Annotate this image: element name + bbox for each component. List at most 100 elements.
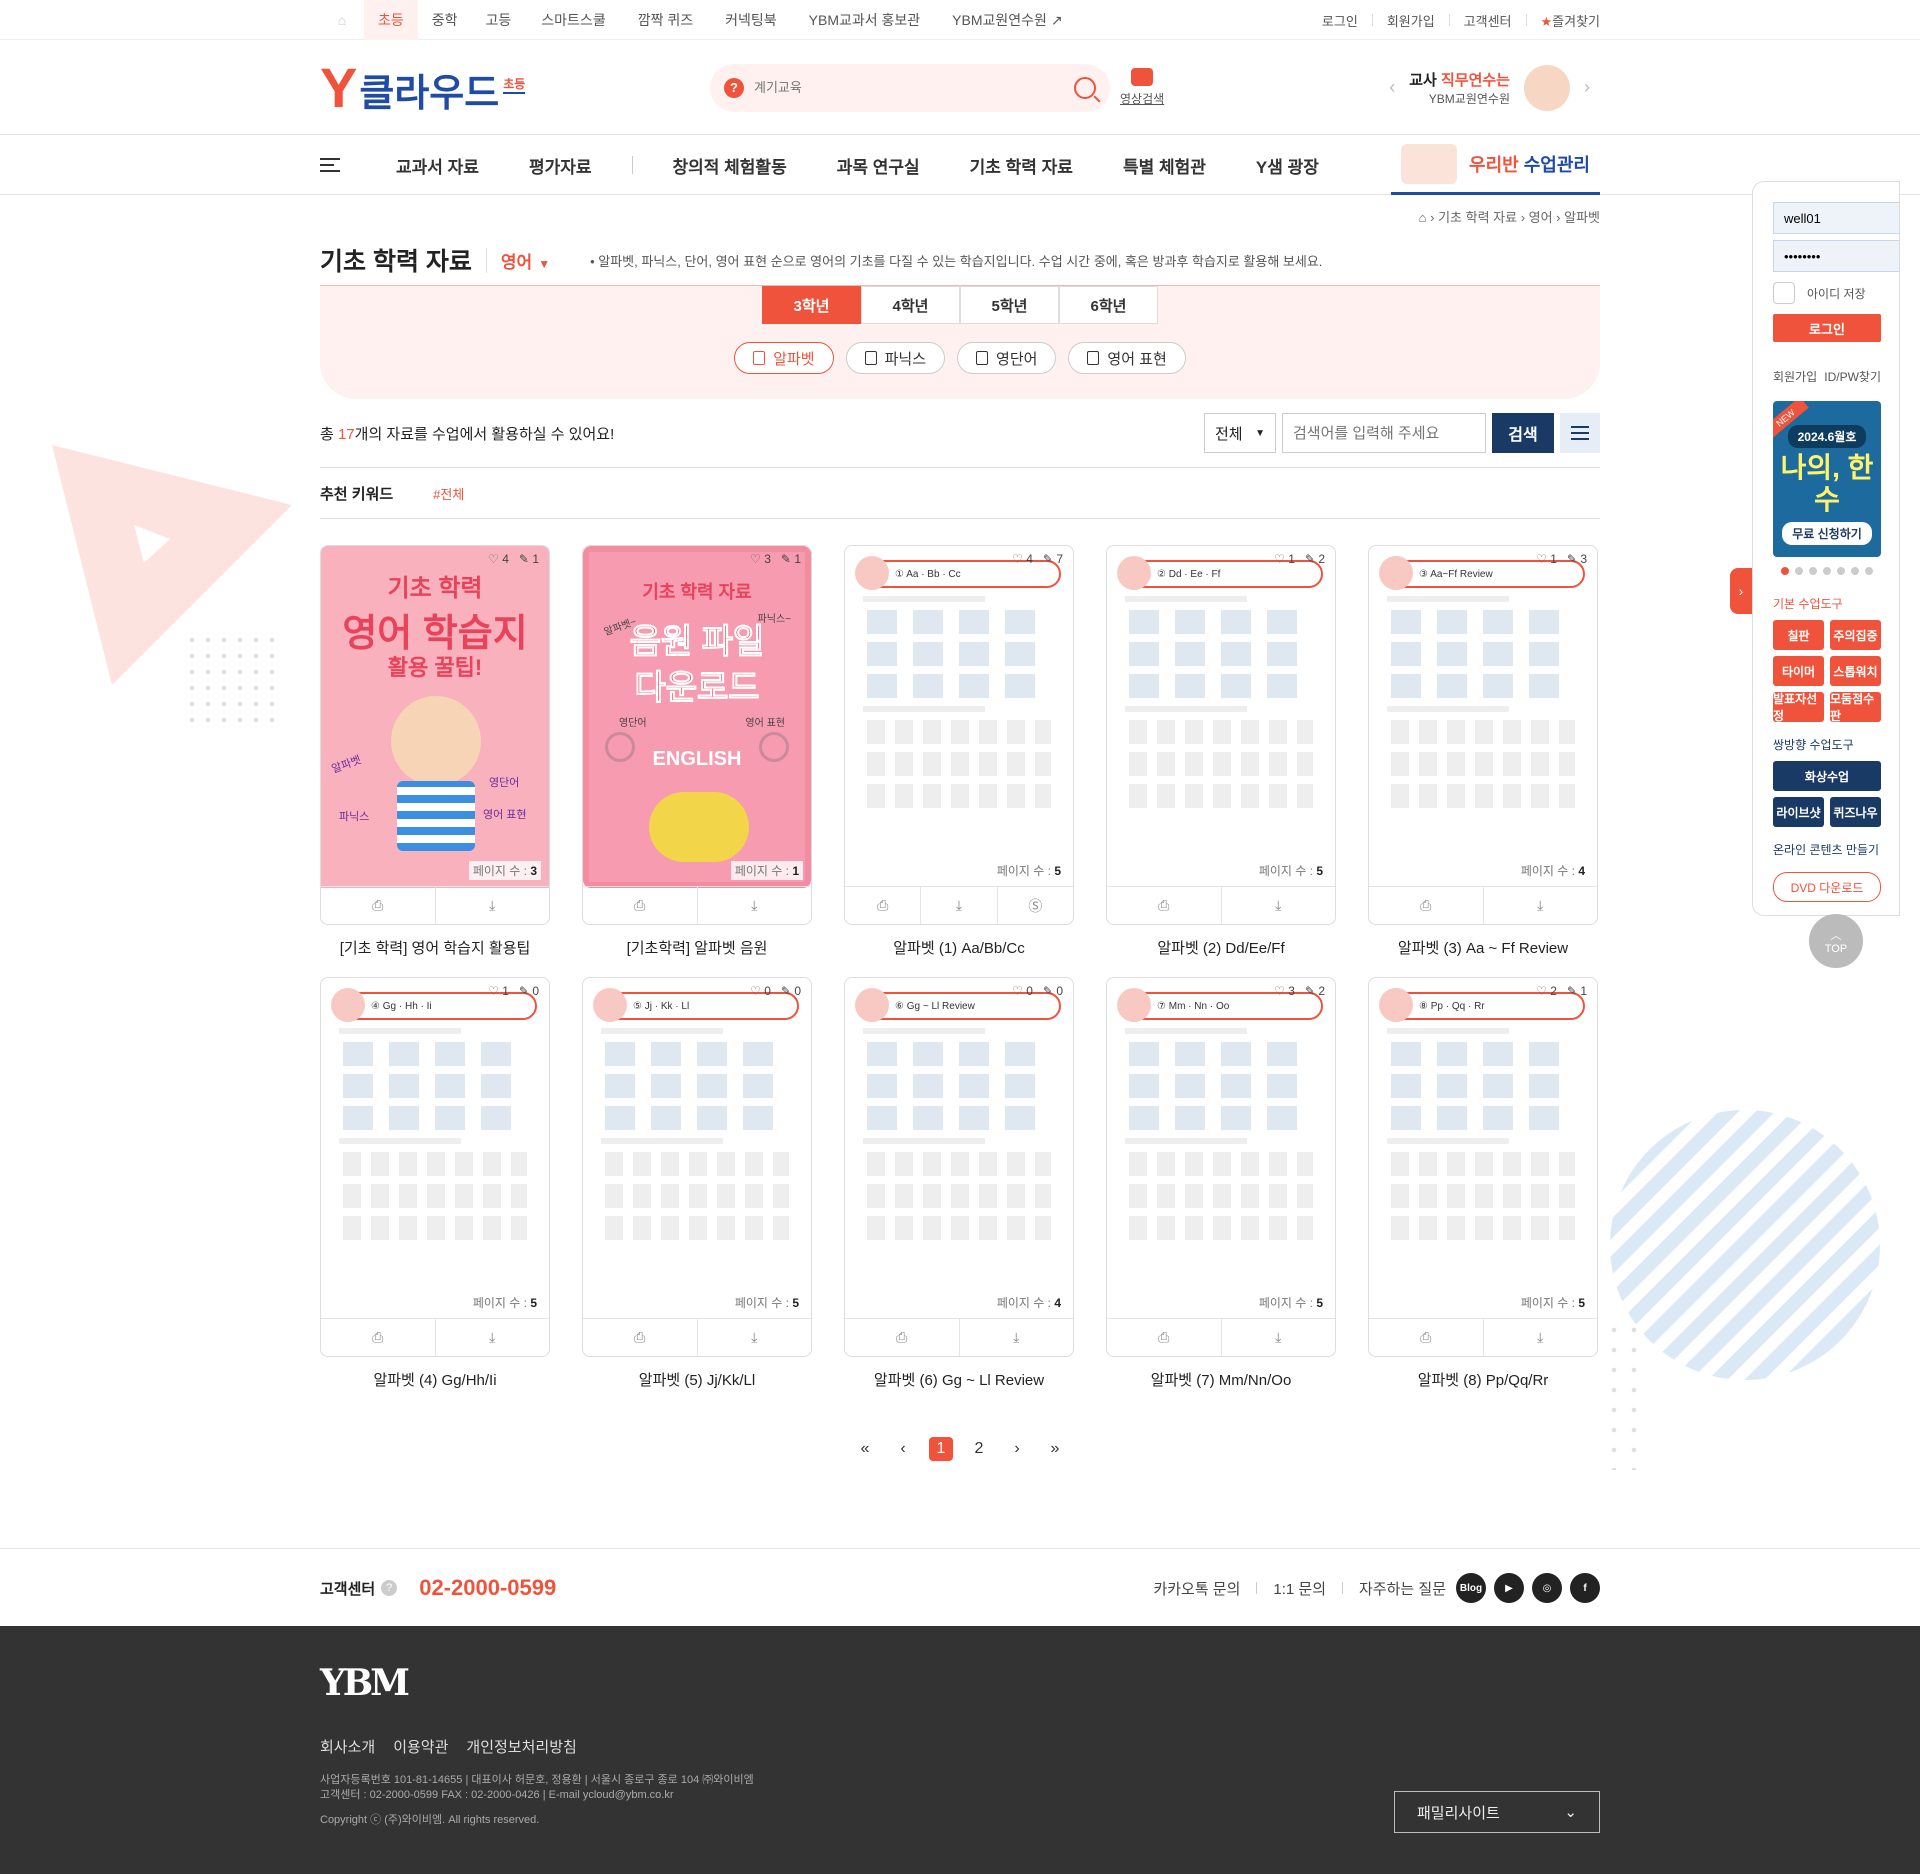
page-2[interactable]: 2 [967, 1437, 991, 1461]
terms-link[interactable]: 이용약관 [393, 1736, 448, 1757]
youtube-icon[interactable]: ▶ [1494, 1573, 1524, 1603]
category-alphabet[interactable]: 알파벳 [734, 342, 834, 374]
subject-dropdown[interactable]: 영어 ▼ [485, 247, 550, 273]
password-field[interactable] [1773, 240, 1899, 272]
nav-assessment[interactable]: 평가자료 [529, 153, 592, 178]
save-id-checkbox[interactable]: 아이디 저장 [1773, 282, 1881, 304]
card-thumbnail[interactable]: ⑤ Jj · Kk · Ll ♡ 0 ✎ 0 페이지 수 : 5 ⎙ ⤓ [582, 977, 812, 1357]
tool-liveshot[interactable]: 라이브샷 [1773, 797, 1824, 827]
online-content-link[interactable]: 온라인 콘텐츠 만들기 [1773, 841, 1881, 858]
card-thumbnail[interactable]: ⑥ Gg ~ Ll Review ♡ 0 ✎ 0 페이지 수 : 4 ⎙ ⤓ [844, 977, 1074, 1357]
company-link[interactable]: 회사소개 [320, 1736, 375, 1757]
search-button[interactable]: 검색 [1492, 413, 1554, 453]
card-title[interactable]: 알파벳 (5) Jj/Kk/Ll [582, 1369, 812, 1393]
card-title[interactable]: 알파벳 (8) Pp/Qq/Rr [1368, 1369, 1598, 1393]
print-icon[interactable]: ⎙ [321, 887, 436, 924]
filter-settings-icon[interactable] [1560, 413, 1600, 453]
link-smart-school[interactable]: 스마트스쿨 [525, 10, 621, 30]
download-icon[interactable]: ⤓ [960, 1319, 1074, 1356]
nav-my-class[interactable]: 우리반 수업관리 [1391, 135, 1600, 195]
print-icon[interactable]: ⎙ [1107, 1319, 1222, 1356]
tool-blackboard[interactable]: 칠판 [1773, 620, 1824, 650]
card-thumbnail[interactable]: ① Aa · Bb · Cc ♡ 4 ✎ 7 페이지 수 : 5 ⎙ ⤓ Ⓢ [844, 545, 1074, 925]
nav-subject-lab[interactable]: 과목 연구실 [837, 153, 920, 178]
link-connecting-book[interactable]: 커넥팅북 [709, 10, 793, 30]
dvd-download-button[interactable]: DVD 다운로드 [1773, 872, 1881, 902]
card-title[interactable]: 알파벳 (7) Mm/Nn/Oo [1106, 1369, 1336, 1393]
find-idpw-link[interactable]: ID/PW찾기 [1824, 368, 1881, 385]
prev-page-icon[interactable]: ‹ [891, 1437, 915, 1461]
resource-card[interactable]: ④ Gg · Hh · Ii ♡ 1 ✎ 0 페이지 수 : 5 ⎙ ⤓ 알파벳… [320, 977, 550, 1393]
resource-card[interactable]: ⑤ Jj · Kk · Ll ♡ 0 ✎ 0 페이지 수 : 5 ⎙ ⤓ 알파벳… [582, 977, 812, 1393]
download-icon[interactable]: ⤓ [698, 1319, 812, 1356]
last-page-icon[interactable]: » [1043, 1437, 1067, 1461]
home-icon[interactable]: ⌂ [1419, 210, 1427, 225]
promo-banner[interactable]: NEW 2024.6월호 나의, 한수 무료 신청하기 [1773, 401, 1881, 557]
resource-card[interactable]: 기초 학력 영어 학습지 활용 꿀팁! 알파벳 파닉스 영단어 영어 표현 ♡ … [320, 545, 550, 961]
download-icon[interactable]: ⤓ [1222, 1319, 1336, 1356]
nav-basic-skills[interactable]: 기초 학력 자료 [970, 153, 1073, 178]
tool-quiznow[interactable]: 퀴즈나우 [1830, 797, 1881, 827]
card-title[interactable]: [기초학력] 알파벳 음원 [582, 937, 812, 961]
download-icon[interactable]: ⤓ [436, 1319, 550, 1356]
card-title[interactable]: 알파벳 (3) Aa ~ Ff Review [1368, 937, 1598, 961]
privacy-link[interactable]: 개인정보처리방침 [466, 1736, 576, 1757]
print-icon[interactable]: ⎙ [1369, 1319, 1484, 1356]
next-page-icon[interactable]: › [1005, 1437, 1029, 1461]
keyword-input[interactable] [1282, 413, 1486, 453]
resource-card[interactable]: ① Aa · Bb · Cc ♡ 4 ✎ 7 페이지 수 : 5 ⎙ ⤓ Ⓢ 알… [844, 545, 1074, 961]
favorites-link[interactable]: ★즐겨찾기 [1541, 11, 1601, 30]
tool-picker[interactable]: 발표자선정 [1773, 692, 1824, 723]
home-icon[interactable]: ⌂ [320, 0, 364, 40]
card-thumbnail[interactable]: ③ Aa~Ff Review ♡ 1 ✎ 3 페이지 수 : 4 ⎙ ⤓ [1368, 545, 1598, 925]
download-icon[interactable]: ⤓ [1484, 1319, 1598, 1356]
search-input[interactable] [754, 80, 1074, 95]
print-icon[interactable]: ⎙ [1369, 887, 1484, 924]
card-title[interactable]: 알파벳 (4) Gg/Hh/Ii [320, 1369, 550, 1393]
resource-card[interactable]: ⑥ Gg ~ Ll Review ♡ 0 ✎ 0 페이지 수 : 4 ⎙ ⤓ 알… [844, 977, 1074, 1393]
card-title[interactable]: 알파벳 (1) Aa/Bb/Cc [844, 937, 1074, 961]
tool-timer[interactable]: 타이머 [1773, 656, 1824, 686]
tool-video-class[interactable]: 화상수업 [1773, 761, 1881, 791]
nav-special[interactable]: 특별 체험관 [1123, 153, 1206, 178]
nav-creative[interactable]: 창의적 체험활동 [673, 153, 787, 178]
side-panel-toggle[interactable]: › [1730, 568, 1752, 614]
resource-card[interactable]: ③ Aa~Ff Review ♡ 1 ✎ 3 페이지 수 : 4 ⎙ ⤓ 알파벳… [1368, 545, 1598, 961]
keyword-tag[interactable]: #전체 [433, 484, 464, 503]
resource-card[interactable]: ⑧ Pp · Qq · Rr ♡ 2 ✎ 1 페이지 수 : 5 ⎙ ⤓ 알파벳… [1368, 977, 1598, 1393]
level-tab-elementary[interactable]: 초등 [364, 0, 418, 40]
download-icon[interactable]: ⤓ [921, 887, 998, 924]
grade-tab-5[interactable]: 5학년 [960, 286, 1059, 324]
card-thumbnail[interactable]: 기초 학력 영어 학습지 활용 꿀팁! 알파벳 파닉스 영단어 영어 표현 ♡ … [320, 545, 550, 925]
scope-select[interactable]: 전체 ▼ [1204, 413, 1276, 453]
nav-textbook[interactable]: 교과서 자료 [396, 153, 479, 178]
category-phonics[interactable]: 파닉스 [845, 342, 946, 374]
kakao-inquiry-link[interactable]: 카카오톡 문의 [1153, 1578, 1240, 1599]
first-page-icon[interactable]: « [853, 1437, 877, 1461]
join-link[interactable]: 회원가입 [1387, 11, 1435, 30]
site-logo[interactable]: Y 클라우드 초등 [320, 59, 710, 116]
scroll-top-button[interactable]: ︿ TOP [1809, 914, 1863, 968]
print-icon[interactable]: ⎙ [1107, 887, 1222, 924]
login-button[interactable]: 로그인 [1773, 314, 1881, 342]
chevron-right-icon[interactable]: › [1584, 77, 1590, 98]
search-icon[interactable] [1074, 76, 1096, 99]
category-vocabulary[interactable]: 영단어 [957, 342, 1057, 374]
category-expression[interactable]: 영어 표현 [1068, 342, 1186, 374]
grade-tab-3[interactable]: 3학년 [762, 286, 861, 324]
family-site-select[interactable]: 패밀리사이트 ⌄ [1394, 1791, 1600, 1833]
print-icon[interactable]: ⎙ [583, 887, 698, 924]
one-to-one-link[interactable]: 1:1 문의 [1273, 1578, 1326, 1599]
link-textbook-promo[interactable]: YBM교과서 홍보관 [793, 10, 937, 30]
header-banner[interactable]: ‹ 교사 직무연수는 YBM교원연수원 › [1389, 64, 1590, 111]
card-thumbnail[interactable]: ② Dd · Ee · Ff ♡ 1 ✎ 2 페이지 수 : 5 ⎙ ⤓ [1106, 545, 1336, 925]
card-title[interactable]: [기초 학력] 영어 학습지 활용팁 [320, 937, 550, 961]
print-icon[interactable]: ⎙ [583, 1319, 698, 1356]
instagram-icon[interactable]: ◎ [1532, 1573, 1562, 1603]
card-title[interactable]: 알파벳 (2) Dd/Ee/Ff [1106, 937, 1336, 961]
login-link[interactable]: 로그인 [1322, 11, 1358, 30]
nav-ysam[interactable]: Y샘 광장 [1256, 153, 1319, 178]
blog-icon[interactable]: Blog [1456, 1573, 1486, 1603]
level-tab-high[interactable]: 고등 [472, 0, 526, 40]
level-tab-middle[interactable]: 중학 [418, 0, 472, 40]
